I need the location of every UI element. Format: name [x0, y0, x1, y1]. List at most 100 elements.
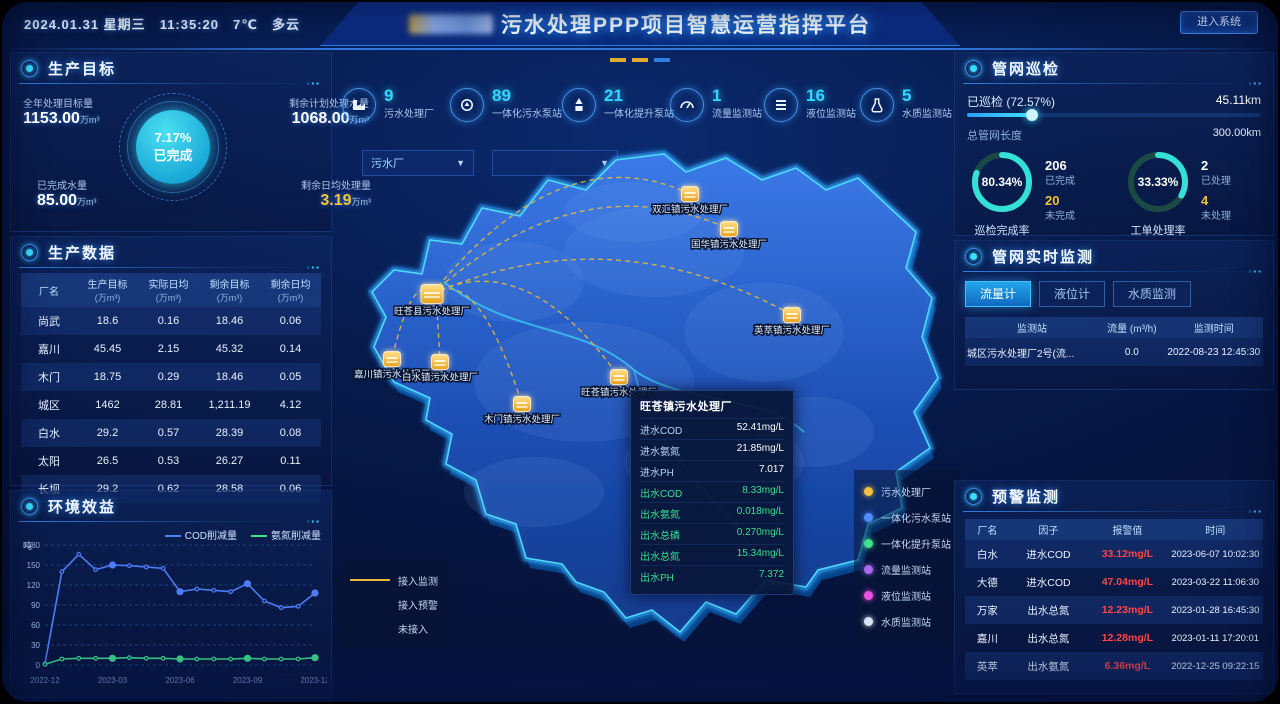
- svg-text:2023-12: 2023-12: [300, 676, 327, 685]
- gauge-stat-value: 20: [1045, 194, 1075, 207]
- legend-item: 一体化提升泵站: [864, 530, 951, 556]
- panel-icon: [965, 248, 982, 265]
- header-datetime: 2024.01.31 星期三11:35:207℃多云: [24, 14, 314, 33]
- panel-icon: [21, 244, 38, 261]
- plant-name: 万家: [965, 596, 1010, 624]
- environment-line-chart: 吨03060901201501802022-122023-032023-0620…: [15, 539, 327, 697]
- flask-icon: [860, 88, 894, 122]
- legend-dot: [864, 617, 873, 626]
- title-bar: 污水处理PPP项目智慧运营指挥平台: [320, 2, 960, 46]
- metric-value: 8.33mg/L: [742, 485, 784, 500]
- stat-label: 一体化提升泵站: [604, 109, 674, 120]
- svg-text:60: 60: [31, 621, 40, 630]
- svg-text:30: 30: [31, 641, 40, 650]
- column-header: 因子: [1010, 519, 1087, 540]
- pump-icon: [450, 88, 484, 122]
- metric-label: 进水PH: [640, 464, 674, 479]
- panel-realtime-monitor: 管网实时监测 ◦▪▪ 流量计液位计水质监测 监测站流量 (m³/h)监测时间城区…: [954, 240, 1274, 390]
- slider-thumb[interactable]: [1026, 109, 1038, 121]
- column-header: 生产目标(万m³): [77, 273, 138, 307]
- tab-液位计[interactable]: 液位计: [1039, 281, 1105, 307]
- column-header: 厂名: [21, 273, 77, 307]
- legend-item: 污水处理厂: [864, 478, 951, 504]
- factor: 出水总氮: [1010, 624, 1087, 652]
- metric-label: 出水总磷: [640, 527, 680, 542]
- legend-dot: [864, 565, 873, 574]
- legend-line: [350, 603, 390, 605]
- warning-row: 嘉川出水总氮12.28mg/L2023-01-11 17:20:01: [965, 624, 1263, 652]
- legend-dot: [864, 487, 873, 496]
- tab-流量计[interactable]: 流量计: [965, 281, 1031, 307]
- gauge-stat-value: 2: [1201, 159, 1231, 172]
- popup-metric-row: 出水总氮15.34mg/L: [640, 544, 784, 565]
- warning-row: 大德进水COD47.04mg/L2023-03-22 11:06:30: [965, 568, 1263, 596]
- alarm-time: 2023-06-07 10:02:30: [1168, 540, 1263, 568]
- table-row: 尚武18.60.1618.460.06: [21, 307, 321, 335]
- gauge-stat-label: 未处理: [1201, 207, 1231, 222]
- map-stat-lift-pump: 21一体化提升泵站: [562, 88, 674, 122]
- popup-metric-row: 进水PH7.017: [640, 460, 784, 481]
- legend-dot: [864, 513, 873, 522]
- date-text: 2024.01.31 星期三: [24, 17, 146, 32]
- column-header: 流量 (m³/h): [1099, 317, 1165, 338]
- metric-label: 进水COD: [640, 422, 682, 437]
- total-length-label: 总管网长度: [967, 127, 1022, 143]
- stat-label: 水质监测站: [902, 109, 952, 120]
- metric-label: 出水COD: [640, 485, 682, 500]
- map-stat-flow-meter: 1流量监测站: [670, 88, 762, 122]
- column-header: 时间: [1168, 519, 1263, 540]
- factor: 进水COD: [1010, 540, 1087, 568]
- panel-title: 管网实时监测: [992, 246, 1094, 267]
- completion-gauge: 7.17% 已完成: [119, 93, 227, 201]
- header-deco: [610, 58, 670, 62]
- gauge-stat-label: 已完成: [1045, 172, 1075, 187]
- svg-text:2023-09: 2023-09: [233, 676, 263, 685]
- metric-value: 0.270mg/L: [737, 527, 784, 542]
- column-header: 监测时间: [1165, 317, 1263, 338]
- total-length-value: 300.00km: [1213, 127, 1261, 143]
- time-text: 11:35:20: [160, 17, 219, 32]
- svg-text:120: 120: [27, 581, 41, 590]
- factory-icon: [342, 88, 376, 122]
- popup-metric-row: 出水氨氮0.018mg/L: [640, 502, 784, 523]
- table-row: 城区146228.811,211.194.12: [21, 391, 321, 419]
- legend-item: 水质监测站: [864, 608, 951, 634]
- svg-text:150: 150: [27, 561, 41, 570]
- column-header: 实际日均(万m³): [138, 273, 199, 307]
- flow-meter-icon: [670, 88, 704, 122]
- map-stat-level-meter: 16液位监测站: [764, 88, 856, 122]
- column-header: 监测站: [965, 317, 1099, 338]
- gauge-caption: 工单处理率: [1125, 222, 1191, 238]
- map-stat-factory: 9污水处理厂: [342, 88, 434, 122]
- realtime-tabs: 流量计液位计水质监测: [965, 281, 1191, 307]
- plant-info-popup: 旺苍镇污水处理厂 进水COD52.41mg/L进水氨氮21.85mg/L进水PH…: [630, 390, 794, 595]
- enter-system-button[interactable]: 进入系统: [1180, 11, 1258, 34]
- inspected-label: 已巡检 (72.57%): [967, 93, 1055, 110]
- legend-dot: [864, 539, 873, 548]
- brand-logo: [409, 14, 493, 34]
- county-map[interactable]: 旺苍县污水处理厂嘉川镇污水处理厂白水镇污水处理厂木门镇污水处理厂旺苍镇污水处理厂…: [334, 132, 960, 692]
- gauge-stat-value: 206: [1045, 159, 1075, 172]
- table-row: 嘉川45.452.1545.320.14: [21, 335, 321, 363]
- dashboard-root: 2024.01.31 星期三11:35:207℃多云 污水处理PPP项目智慧运营…: [2, 2, 1278, 702]
- popup-title: 旺苍镇污水处理厂: [640, 398, 784, 414]
- legend-line: [350, 579, 390, 581]
- gauge-percent-text: 80.34%: [982, 175, 1023, 189]
- plant-name: 嘉川: [965, 624, 1010, 652]
- metric-value: 15.34mg/L: [737, 548, 784, 563]
- panel-title: 生产数据: [48, 242, 116, 263]
- stat-label: 液位监测站: [806, 109, 856, 120]
- panel-title: 预警监测: [992, 486, 1060, 507]
- svg-text:0: 0: [36, 661, 41, 670]
- legend-item: 液位监测站: [864, 582, 951, 608]
- tab-水质监测[interactable]: 水质监测: [1113, 281, 1191, 307]
- stat-label: 一体化污水泵站: [492, 109, 562, 120]
- column-header: 剩余日均(万m³): [260, 273, 321, 307]
- panel-production-target: 生产目标 ◦▪▪ 全年处理目标量1153.00万m³剩余计划处理水量1068.0…: [10, 52, 332, 232]
- plant-node-label: 双汇镇污水处理厂: [652, 204, 728, 216]
- production-data-table: 厂名生产目标(万m³)实际日均(万m³)剩余目标(万m³)剩余日均(万m³)尚武…: [21, 273, 321, 503]
- inspection-progress-slider[interactable]: [967, 113, 1261, 117]
- plant-node-label: 英萃镇污水处理厂: [754, 325, 830, 337]
- gauge-label: 已完成: [153, 145, 192, 164]
- popup-metric-row: 进水COD52.41mg/L: [640, 418, 784, 439]
